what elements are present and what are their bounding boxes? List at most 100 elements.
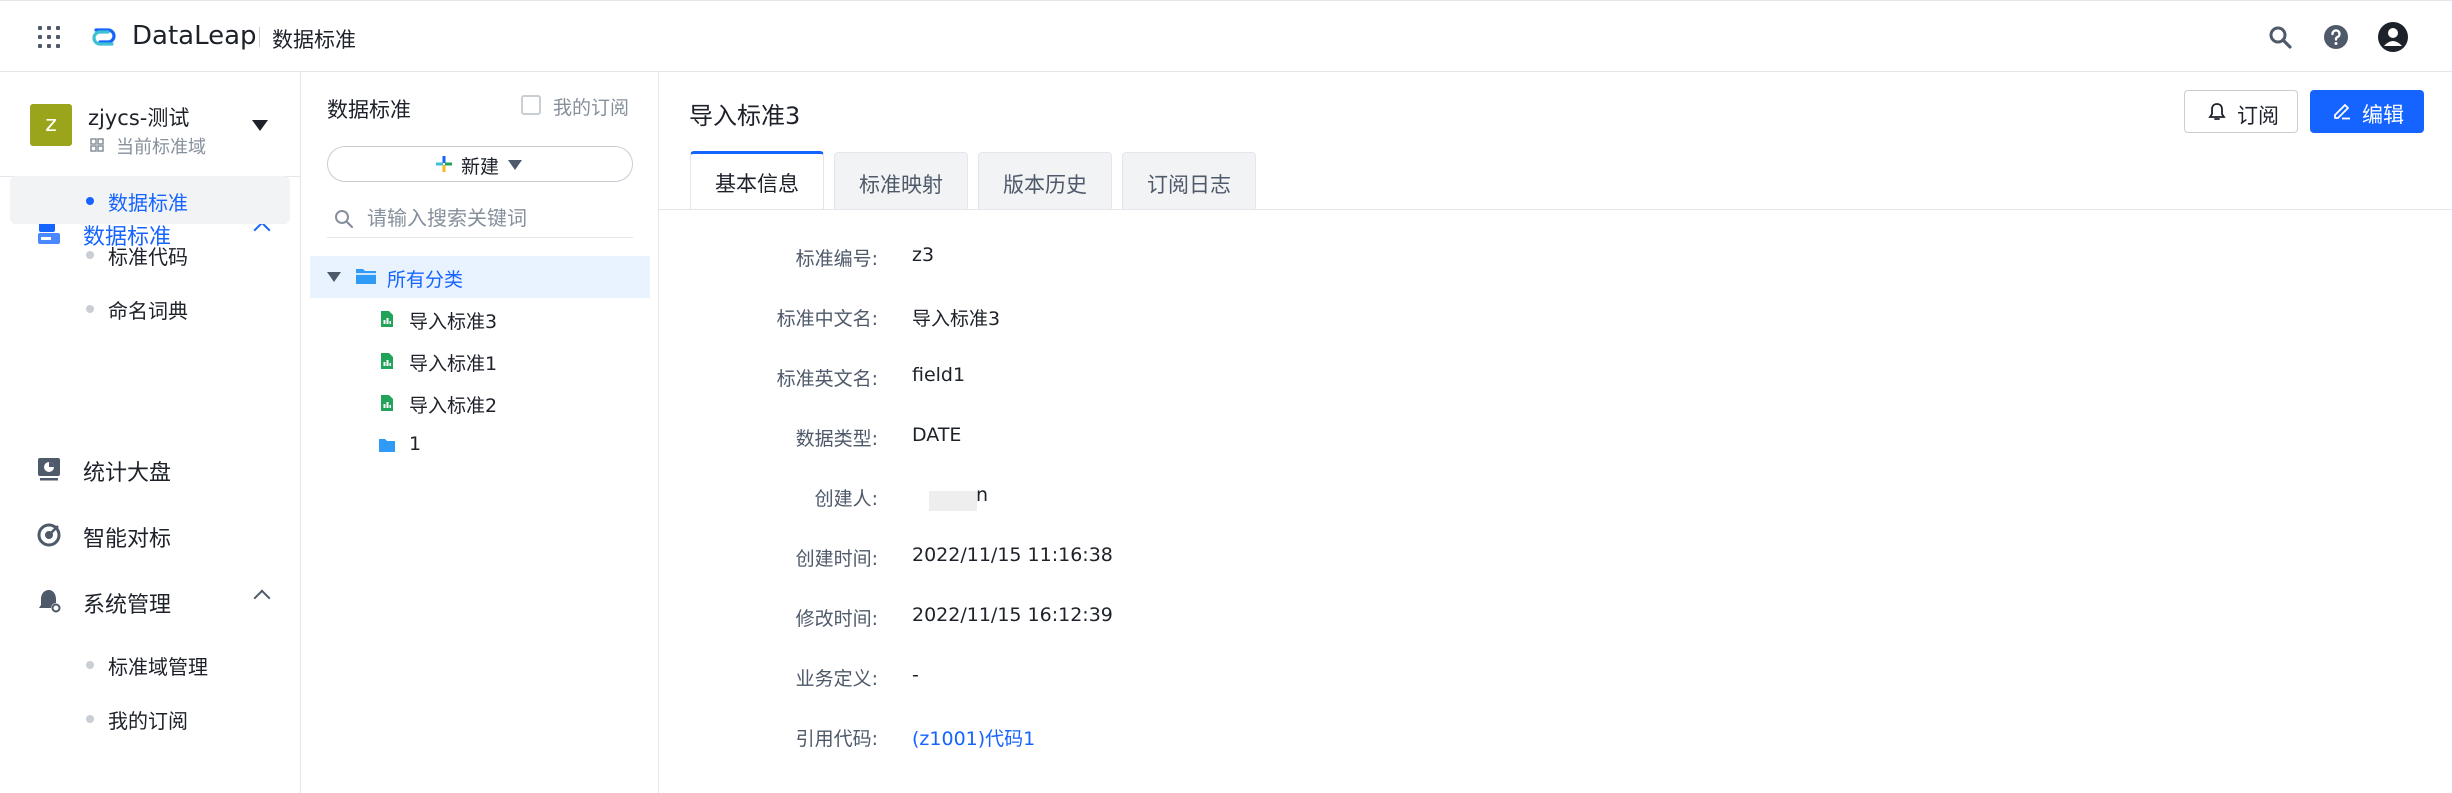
- tab-label: 标准映射: [859, 173, 943, 197]
- nav-group-label: 系统管理: [83, 593, 172, 618]
- edit-button-label: 编辑: [2362, 103, 2404, 127]
- field-data-type: 数据类型: DATE: [659, 422, 1859, 452]
- field-standard-code: 标准编号: z3: [659, 242, 1859, 272]
- chevron-up-icon[interactable]: [253, 589, 271, 607]
- field-label: 标准英文名:: [776, 368, 878, 390]
- standard-detail: 导入标准3 订阅 编辑 基本信息 标准映射 版本历史 订阅日志 标准编号: z3…: [659, 72, 2452, 793]
- tree-search: [327, 200, 633, 238]
- domain-icon: [90, 138, 104, 152]
- tree-node-all-categories[interactable]: 所有分类: [310, 256, 650, 298]
- tab-basic-info[interactable]: 基本信息: [690, 151, 824, 210]
- header-divider: [259, 27, 260, 47]
- field-creator: 创建人: n: [659, 482, 1859, 512]
- tab-version-history[interactable]: 版本历史: [978, 152, 1112, 210]
- tree-node-label: 导入标准3: [409, 311, 498, 333]
- target-icon: [37, 523, 61, 547]
- app-grid-icon[interactable]: [38, 26, 60, 48]
- field-label: 创建人:: [814, 488, 878, 510]
- nav-item-label: 命名词典: [108, 299, 188, 323]
- referenced-code-link[interactable]: (z1001)代码1: [912, 724, 1035, 751]
- left-navigation: z zjycs-测试 当前标准域 数据标准 数据标准 标准代码 命名词典 统计大…: [0, 72, 301, 793]
- search-input[interactable]: [367, 204, 617, 232]
- field-value: n: [976, 484, 989, 506]
- nav-item-standard-code[interactable]: 标准代码: [10, 230, 290, 278]
- nav-group-label: 统计大盘: [83, 461, 172, 486]
- nav-dot: [86, 197, 94, 205]
- tree-node-label: 1: [409, 433, 422, 455]
- nav-dot: [86, 661, 94, 669]
- field-value: -: [912, 664, 919, 686]
- top-header: DataLeap 数据标准: [0, 0, 2452, 72]
- tree-node-label: 所有分类: [387, 269, 464, 291]
- bell-icon: [2208, 103, 2226, 120]
- breadcrumb[interactable]: 数据标准: [272, 24, 356, 54]
- tree-node-label: 导入标准2: [409, 395, 498, 417]
- nav-dot: [86, 305, 94, 313]
- redacted-mask: [929, 491, 977, 511]
- field-value: 2022/11/15 11:16:38: [912, 544, 1113, 566]
- caret-down-icon[interactable]: [327, 272, 341, 282]
- field-label: 标准编号:: [795, 248, 878, 270]
- my-subscription-label[interactable]: 我的订阅: [553, 93, 629, 120]
- field-label: 标准中文名:: [776, 308, 878, 330]
- tree-node-standard[interactable]: 导入标准2: [310, 382, 650, 424]
- workspace-name: zjycs-测试: [88, 106, 190, 130]
- nav-item-label: 我的订阅: [108, 709, 188, 733]
- subscribe-button-label: 订阅: [2237, 104, 2279, 128]
- nav-item-naming-dictionary[interactable]: 命名词典: [10, 284, 290, 332]
- field-value: 导入标准3: [912, 308, 1001, 330]
- folder-icon: [379, 439, 395, 452]
- edit-pencil-icon: [2334, 104, 2350, 120]
- tree-node-standard[interactable]: 导入标准1: [310, 340, 650, 382]
- field-modified-time: 修改时间: 2022/11/15 16:12:39: [659, 602, 1859, 632]
- workspace-switcher[interactable]: z zjycs-测试 当前标准域: [30, 98, 290, 158]
- field-label: 引用代码:: [795, 728, 878, 750]
- user-avatar-icon[interactable]: [2377, 21, 2409, 53]
- field-label: 修改时间:: [795, 608, 878, 630]
- workspace-avatar: z: [30, 104, 72, 146]
- caret-down-icon[interactable]: [252, 120, 268, 131]
- help-icon[interactable]: [2322, 23, 2350, 51]
- plus-icon: [436, 156, 452, 172]
- tree-node-standard[interactable]: 导入标准3: [310, 298, 650, 340]
- tree-node-folder[interactable]: 1: [310, 424, 650, 466]
- tab-standard-mapping[interactable]: 标准映射: [834, 152, 968, 210]
- page-title: 导入标准3: [689, 102, 801, 130]
- nav-item-data-standard[interactable]: 数据标准: [10, 176, 290, 224]
- nav-item-label: 数据标准: [108, 191, 188, 215]
- dataleap-logo-icon[interactable]: [88, 21, 120, 53]
- nav-item-my-subscriptions[interactable]: 我的订阅: [10, 694, 290, 742]
- field-chinese-name: 标准中文名: 导入标准3: [659, 302, 1859, 332]
- new-button-label: 新建: [461, 156, 500, 178]
- nav-group-dashboard[interactable]: 统计大盘: [0, 446, 300, 492]
- tree-node-label: 导入标准1: [409, 353, 498, 375]
- dashboard-icon: [38, 458, 60, 481]
- search-icon: [335, 210, 354, 229]
- field-label: 数据类型:: [795, 428, 878, 450]
- edit-button[interactable]: 编辑: [2310, 90, 2424, 133]
- admin-icon: [39, 590, 61, 613]
- search-icon[interactable]: [2266, 23, 2294, 51]
- nav-dot: [86, 715, 94, 723]
- nav-group-label: 智能对标: [83, 527, 172, 552]
- workspace-subtitle: 当前标准域: [116, 137, 206, 158]
- standard-file-icon: [381, 353, 393, 369]
- field-referenced-code: 引用代码: (z1001)代码1: [659, 722, 1859, 752]
- folder-open-icon: [356, 269, 376, 284]
- field-value: 2022/11/15 16:12:39: [912, 604, 1113, 626]
- nav-group-system-admin[interactable]: 系统管理: [0, 578, 300, 624]
- tab-label: 订阅日志: [1147, 173, 1231, 197]
- nav-item-label: 标准代码: [108, 245, 188, 269]
- field-english-name: 标准英文名: field1: [659, 362, 1859, 392]
- nav-item-label: 标准域管理: [108, 655, 208, 679]
- field-value: DATE: [912, 424, 962, 446]
- app-name[interactable]: DataLeap: [132, 21, 257, 51]
- standard-file-icon: [381, 311, 393, 327]
- subscribe-button[interactable]: 订阅: [2184, 90, 2298, 133]
- new-button[interactable]: 新建: [327, 146, 633, 182]
- nav-group-smart-benchmark[interactable]: 智能对标: [0, 512, 300, 558]
- tab-subscription-log[interactable]: 订阅日志: [1122, 152, 1256, 210]
- my-subscription-checkbox[interactable]: [521, 95, 541, 115]
- standard-file-icon: [381, 395, 393, 411]
- nav-item-domain-management[interactable]: 标准域管理: [10, 640, 290, 688]
